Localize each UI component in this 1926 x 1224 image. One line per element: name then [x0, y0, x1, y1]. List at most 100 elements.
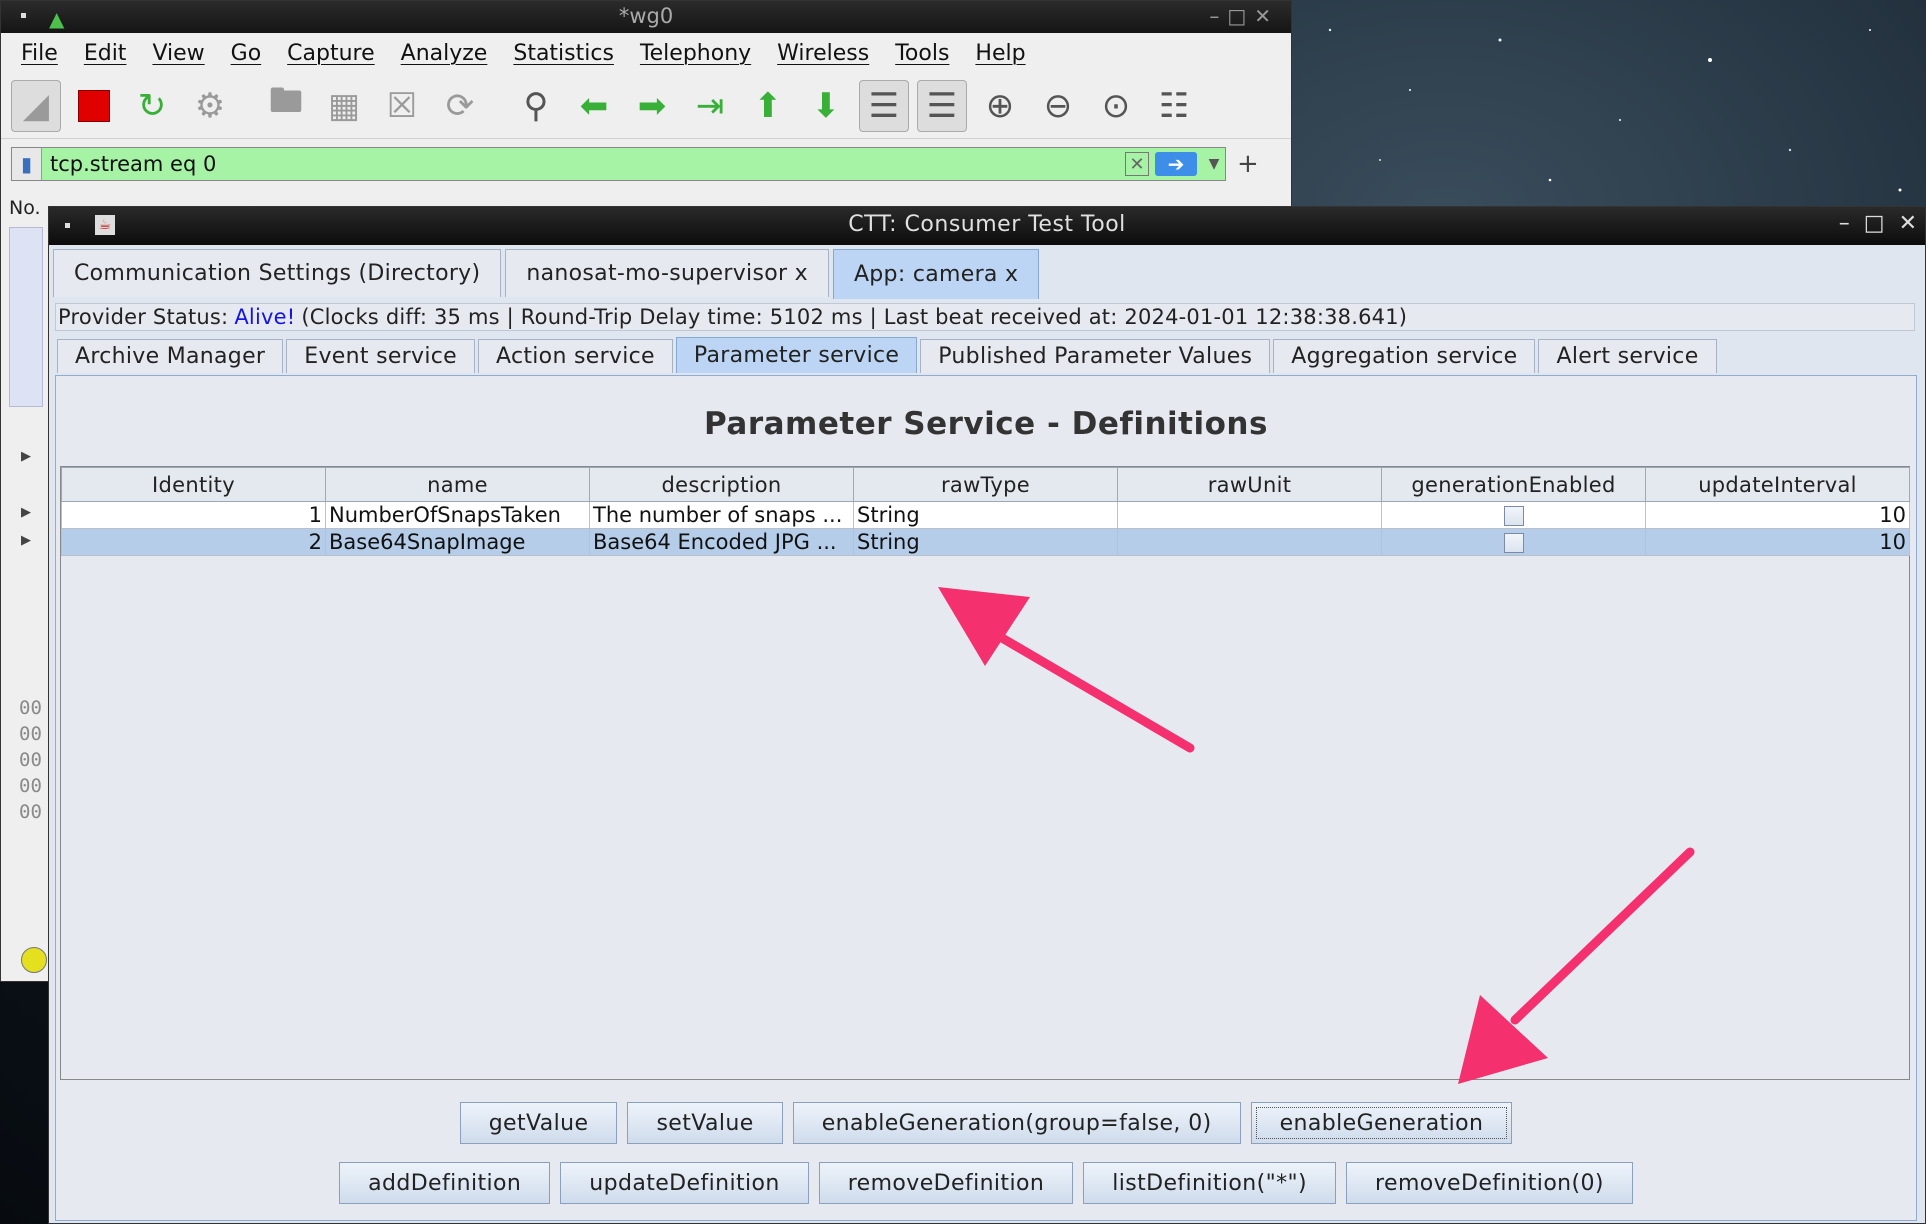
save-file-icon[interactable]: ▦: [319, 80, 369, 132]
expand-triangle-icon[interactable]: ▶: [21, 449, 31, 464]
tab-communication-settings[interactable]: Communication Settings (Directory): [53, 249, 502, 297]
provider-status-label: Provider Status:: [58, 305, 229, 329]
table-row-selected[interactable]: 2 Base64SnapImage Base64 Encoded JPG ...…: [61, 528, 1910, 556]
bookmark-icon[interactable]: ▮: [12, 148, 42, 180]
ctt-title: CTT: Consumer Test Tool: [848, 212, 1126, 237]
table-header-row: Identity name description rawType rawUni…: [61, 467, 1910, 502]
enable-generation-button[interactable]: enableGeneration: [1250, 1102, 1513, 1144]
cell-description: Base64 Encoded JPG ...: [589, 528, 854, 556]
column-header-identity[interactable]: Identity: [61, 467, 326, 502]
close-file-icon[interactable]: ☒: [377, 80, 427, 132]
get-value-button[interactable]: getValue: [459, 1102, 618, 1144]
last-packet-icon[interactable]: ⬇: [801, 80, 851, 132]
cell-name: NumberOfSnapsTaken: [325, 501, 590, 529]
resize-columns-icon[interactable]: ☷: [1149, 80, 1199, 132]
menu-tools[interactable]: Tools: [895, 41, 949, 66]
clear-filter-icon[interactable]: ✕: [1125, 152, 1149, 176]
table-row[interactable]: 1 NumberOfSnapsTaken The number of snaps…: [61, 501, 1910, 529]
zoom-out-icon[interactable]: ⊖: [1033, 80, 1083, 132]
filter-dropdown-chevron-icon[interactable]: ▼: [1203, 156, 1225, 172]
expand-triangle-icon[interactable]: ▶: [21, 505, 31, 520]
wireshark-menubar: File Edit View Go Capture Analyze Statis…: [1, 33, 1291, 73]
remove-definition-button[interactable]: removeDefinition: [818, 1162, 1074, 1204]
window-controls: – □ ✕: [1839, 211, 1917, 236]
provider-alive-status: Alive!: [234, 305, 296, 329]
packet-list-pane[interactable]: [9, 227, 43, 407]
cell-identity: 2: [61, 528, 326, 556]
reload-file-icon[interactable]: ⟳: [435, 80, 485, 132]
wireshark-titlebar[interactable]: ▲ *wg0 –□✕: [1, 1, 1291, 33]
tab-aggregation-service[interactable]: Aggregation service: [1273, 339, 1536, 373]
menu-capture[interactable]: Capture: [287, 41, 374, 66]
cell-generation-enabled: [1381, 501, 1646, 529]
first-packet-icon[interactable]: ⬆: [743, 80, 793, 132]
minimize-icon[interactable]: –: [1839, 211, 1850, 236]
hex-offset: 00: [19, 723, 42, 745]
expand-triangle-icon[interactable]: ▶: [21, 533, 31, 548]
tab-action-service[interactable]: Action service: [477, 339, 673, 373]
column-header-rawtype[interactable]: rawType: [853, 467, 1118, 502]
update-definition-button[interactable]: updateDefinition: [560, 1162, 809, 1204]
hex-offset: 00: [19, 801, 42, 823]
go-to-packet-icon[interactable]: ⇥: [685, 80, 735, 132]
menu-wireless[interactable]: Wireless: [777, 41, 869, 66]
column-header-updateinterval[interactable]: updateInterval: [1645, 467, 1910, 502]
menu-telephony[interactable]: Telephony: [640, 41, 751, 66]
colorize-icon[interactable]: ☰: [917, 79, 967, 132]
column-header-name[interactable]: name: [325, 467, 590, 502]
remove-definition-zero-button[interactable]: removeDefinition(0): [1346, 1162, 1633, 1204]
cell-rawunit: [1117, 528, 1382, 556]
window-controls[interactable]: –□✕: [1209, 4, 1279, 28]
tab-published-parameter-values[interactable]: Published Parameter Values: [920, 339, 1271, 373]
menu-go[interactable]: Go: [231, 41, 262, 66]
set-value-button[interactable]: setValue: [627, 1102, 783, 1144]
menu-view[interactable]: View: [152, 41, 204, 66]
tab-app-camera[interactable]: App: camera x: [832, 249, 1040, 299]
stop-capture-icon[interactable]: [69, 80, 119, 132]
restart-capture-icon[interactable]: ↻: [127, 80, 177, 132]
packet-list-strip: ▶ ▶ ▶ 00 00 00 00 00: [5, 227, 49, 977]
apply-filter-arrow-icon[interactable]: ➔: [1155, 152, 1197, 176]
tab-parameter-service[interactable]: Parameter service: [675, 337, 918, 373]
generation-enabled-checkbox[interactable]: [1503, 506, 1524, 526]
go-back-arrow-icon[interactable]: ⬅: [569, 80, 619, 132]
generation-enabled-checkbox[interactable]: [1503, 533, 1524, 553]
zoom-in-icon[interactable]: ⊕: [975, 80, 1025, 132]
column-header-no[interactable]: No.: [9, 197, 41, 219]
button-row-1: getValue setValue enableGeneration(group…: [56, 1102, 1916, 1144]
tab-archive-manager[interactable]: Archive Manager: [57, 339, 284, 373]
button-row-2: addDefinition updateDefinition removeDef…: [56, 1162, 1916, 1204]
find-packet-magnifier-icon[interactable]: ⚲: [511, 80, 561, 132]
wireshark-title: *wg0: [618, 4, 674, 28]
parameter-service-panel: Parameter Service - Definitions Identity…: [55, 375, 1917, 1221]
capture-options-gear-icon[interactable]: ⚙: [185, 80, 235, 132]
enable-generation-group-button[interactable]: enableGeneration(group=false, 0): [792, 1102, 1241, 1144]
tab-event-service[interactable]: Event service: [286, 339, 475, 373]
menu-statistics[interactable]: Statistics: [513, 41, 614, 66]
cell-name: Base64SnapImage: [325, 528, 590, 556]
add-definition-button[interactable]: addDefinition: [339, 1162, 551, 1204]
column-header-description[interactable]: description: [589, 467, 854, 502]
tab-nanosat-mo-supervisor[interactable]: nanosat-mo-supervisor x: [505, 249, 829, 297]
ctt-titlebar[interactable]: ☕ CTT: Consumer Test Tool – □ ✕: [49, 207, 1925, 245]
maximize-icon[interactable]: □: [1864, 211, 1885, 236]
display-filter-input[interactable]: [42, 148, 1125, 180]
cell-update-interval: 10: [1645, 528, 1910, 556]
menu-edit[interactable]: Edit: [84, 41, 127, 66]
column-header-rawunit[interactable]: rawUnit: [1117, 467, 1382, 502]
open-folder-icon[interactable]: 🖿: [261, 80, 311, 132]
menu-analyze[interactable]: Analyze: [401, 41, 488, 66]
zoom-reset-icon[interactable]: ⊙: [1091, 80, 1141, 132]
menu-file[interactable]: File: [21, 41, 58, 66]
column-header-generationenabled[interactable]: generationEnabled: [1381, 467, 1646, 502]
auto-scroll-icon[interactable]: ☰: [859, 79, 909, 132]
capture-status-indicator-icon[interactable]: [21, 947, 47, 973]
start-capture-fin-icon[interactable]: ◢: [11, 79, 61, 132]
tab-alert-service[interactable]: Alert service: [1538, 339, 1717, 373]
add-filter-button-plus-icon[interactable]: +: [1237, 149, 1259, 179]
ctt-window: ☕ CTT: Consumer Test Tool – □ ✕ Communic…: [48, 206, 1926, 1224]
close-icon[interactable]: ✕: [1899, 211, 1917, 236]
menu-help[interactable]: Help: [975, 41, 1025, 66]
go-forward-arrow-icon[interactable]: ➡: [627, 80, 677, 132]
list-definition-button[interactable]: listDefinition("*"): [1083, 1162, 1337, 1204]
